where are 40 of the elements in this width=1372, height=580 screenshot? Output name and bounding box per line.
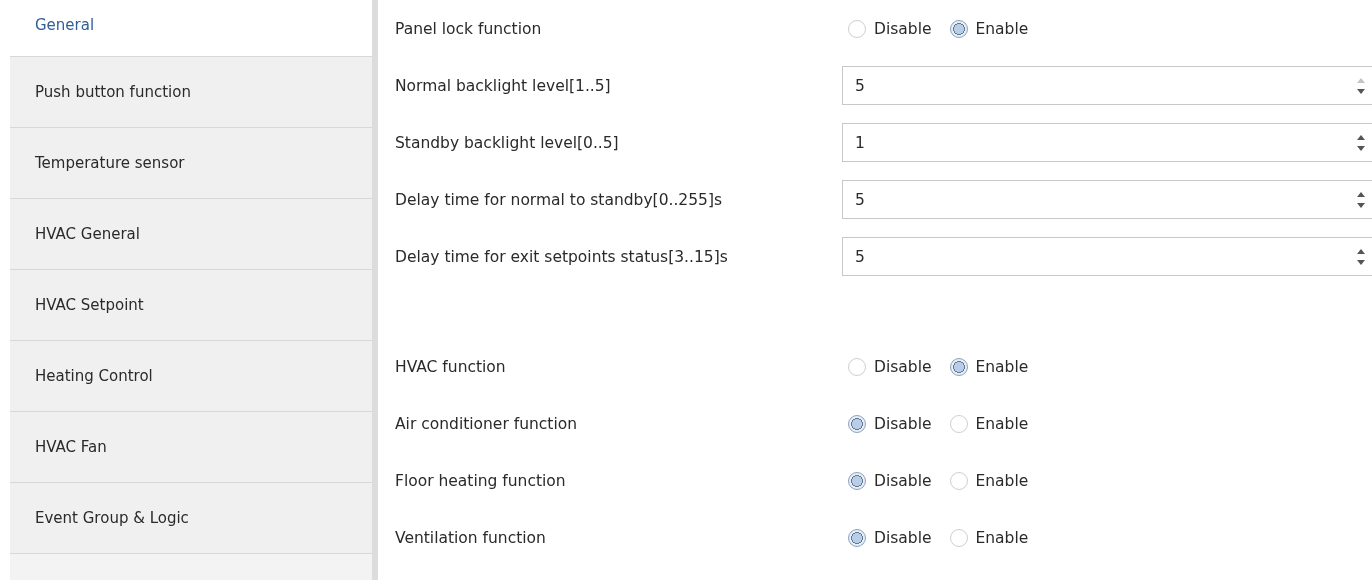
setting-label: Normal backlight level[1..5] bbox=[395, 76, 612, 95]
option-label: Disable bbox=[874, 414, 932, 433]
sidebar-item[interactable]: HVAC Setpoint bbox=[10, 270, 372, 341]
radio-button[interactable] bbox=[949, 357, 968, 376]
option-label: Disable bbox=[874, 471, 932, 490]
sidebar-item[interactable]: Heating Control bbox=[10, 341, 372, 412]
setting-label: Delay time for normal to standby[0..255]s bbox=[395, 190, 724, 209]
radio-button[interactable] bbox=[949, 471, 968, 490]
sidebar-item[interactable]: Push button function bbox=[10, 57, 372, 128]
radio-button[interactable] bbox=[949, 528, 968, 547]
radio-button[interactable] bbox=[949, 19, 968, 38]
number-field[interactable]: 1 bbox=[842, 123, 1372, 162]
option-label: Enable bbox=[975, 528, 1029, 547]
option-label: Enable bbox=[975, 357, 1029, 376]
radio-button[interactable] bbox=[848, 357, 866, 376]
radio-button[interactable] bbox=[848, 19, 866, 38]
number-field[interactable]: 5 bbox=[842, 66, 1372, 105]
option-label: Enable bbox=[975, 19, 1029, 38]
setting-label: Delay time for exit setpoints status[3..15]s bbox=[395, 247, 729, 266]
option-label: Enable bbox=[975, 414, 1029, 433]
setting-label: HVAC function bbox=[395, 357, 507, 376]
number-field[interactable]: 5 bbox=[842, 237, 1372, 276]
setting-label: Floor heating function bbox=[395, 471, 567, 490]
option-label: Disable bbox=[874, 528, 932, 547]
setting-label: Ventilation function bbox=[395, 528, 547, 547]
setting-label: Air conditioner function bbox=[395, 414, 579, 433]
radio-button[interactable] bbox=[848, 528, 866, 547]
setting-label: Panel lock function bbox=[395, 19, 543, 38]
sidebar-item[interactable]: Temperature sensor bbox=[10, 128, 372, 199]
number-field[interactable]: 5 bbox=[842, 180, 1372, 219]
option-label: Enable bbox=[975, 471, 1029, 490]
sidebar-item[interactable]: HVAC General bbox=[10, 199, 372, 270]
sidebar-item[interactable]: HVAC Fan bbox=[10, 412, 372, 483]
radio-button[interactable] bbox=[848, 471, 866, 490]
sidebar-item[interactable]: Event Group & Logic bbox=[10, 483, 372, 554]
radio-button[interactable] bbox=[848, 414, 866, 433]
radio-button[interactable] bbox=[949, 414, 968, 433]
option-label: Disable bbox=[874, 357, 932, 376]
option-label: Disable bbox=[874, 19, 932, 38]
setting-label: Standby backlight level[0..5] bbox=[395, 133, 620, 152]
